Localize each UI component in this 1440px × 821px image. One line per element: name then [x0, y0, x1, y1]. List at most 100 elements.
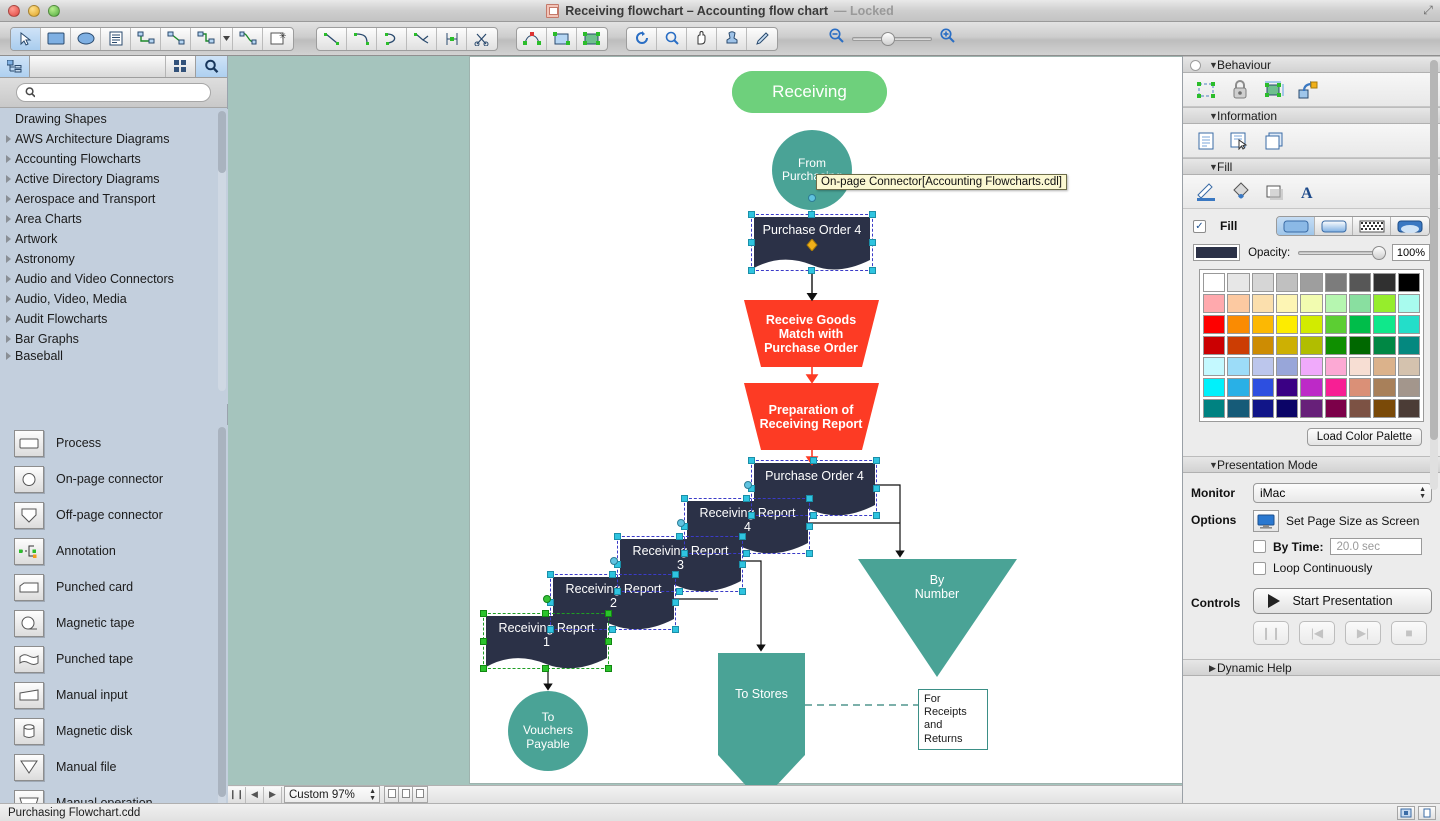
resize-handle[interactable]: [806, 523, 813, 530]
chevron-right-icon[interactable]: [6, 175, 11, 183]
color-swatch[interactable]: [1251, 315, 1274, 334]
next-slide-icon[interactable]: ▶|: [1345, 621, 1381, 645]
resize-handle[interactable]: [810, 457, 817, 464]
text-format-icon[interactable]: A: [1297, 181, 1319, 203]
annotation-for-receipts-and-returns[interactable]: For Receipts and Returns: [918, 689, 988, 750]
color-swatch[interactable]: [1203, 273, 1226, 292]
chevron-right-icon[interactable]: [6, 215, 11, 223]
node-receiving-report-3[interactable]: Receiving Report 3: [620, 542, 741, 574]
resize-handle[interactable]: [605, 638, 612, 645]
fit-page-icon[interactable]: [1397, 806, 1415, 820]
node-purchase-order-4-top[interactable]: Purchase Order 4: [754, 220, 870, 240]
color-swatch[interactable]: [1373, 357, 1396, 376]
color-swatch[interactable]: [1324, 357, 1347, 376]
color-swatch[interactable]: [1251, 273, 1274, 292]
zoom-level-select[interactable]: Custom 97% ▲ ▼: [284, 786, 380, 803]
color-swatch[interactable]: [1227, 399, 1250, 418]
chevron-right-icon[interactable]: [6, 335, 11, 343]
color-swatch[interactable]: [1203, 378, 1226, 397]
resize-handle[interactable]: [605, 665, 612, 672]
resize-handle[interactable]: [748, 457, 755, 464]
color-swatch[interactable]: [1397, 315, 1420, 334]
curve-connector-tool[interactable]: [233, 27, 263, 50]
load-color-palette-button[interactable]: Load Color Palette: [1306, 428, 1422, 446]
color-swatch[interactable]: [1227, 336, 1250, 355]
stepper-icon[interactable]: ▲ ▼: [369, 788, 376, 802]
color-swatch[interactable]: [1276, 273, 1299, 292]
tree-item-active-directory-diagrams[interactable]: Active Directory Diagrams: [0, 169, 228, 189]
add-node-tool[interactable]: [517, 27, 547, 50]
search-input[interactable]: [40, 86, 202, 99]
single-page-view-button[interactable]: [385, 787, 399, 802]
resize-handle[interactable]: [480, 610, 487, 617]
pause-icon[interactable]: ❙❙: [1253, 621, 1289, 645]
tree-item-audio-and-video-connectors[interactable]: Audio and Video Connectors: [0, 269, 228, 289]
zoom-slider-knob[interactable]: [881, 31, 895, 46]
shape-category-tree[interactable]: Drawing Shapes AWS Architecture Diagrams…: [0, 109, 228, 404]
resize-handle[interactable]: [672, 571, 679, 578]
branch-tool[interactable]: [407, 27, 437, 50]
shape-item-on-page-connector[interactable]: On-page connector: [0, 461, 228, 497]
shape-item-punched-tape[interactable]: Punched tape: [0, 641, 228, 677]
resize-handle[interactable]: [681, 495, 688, 502]
tree-item-baseball[interactable]: Baseball: [0, 349, 228, 362]
chevron-right-icon[interactable]: [6, 255, 11, 263]
color-swatch[interactable]: [1276, 336, 1299, 355]
color-swatch[interactable]: [1373, 294, 1396, 313]
opacity-slider-knob[interactable]: [1372, 245, 1387, 260]
color-swatch[interactable]: [1227, 294, 1250, 313]
status-bar-buttons[interactable]: [1397, 806, 1436, 820]
tree-item-aws-architecture-diagrams[interactable]: AWS Architecture Diagrams: [0, 129, 228, 149]
color-swatch[interactable]: [1227, 357, 1250, 376]
tooltip-icon[interactable]: [1229, 130, 1251, 152]
shape-item-annotation[interactable]: Annotation: [0, 533, 228, 569]
color-swatch[interactable]: [1349, 399, 1372, 418]
notes-icon[interactable]: [1195, 130, 1217, 152]
ellipse-tool[interactable]: [71, 27, 101, 50]
tree-item-accounting-flowcharts[interactable]: Accounting Flowcharts: [0, 149, 228, 169]
page-view-buttons[interactable]: [384, 786, 428, 803]
section-header-dynamic-help[interactable]: ▶ Dynamic Help: [1183, 659, 1440, 676]
color-swatch[interactable]: [1227, 273, 1250, 292]
tree-item-audio-video-media[interactable]: Audio, Video, Media: [0, 289, 228, 309]
color-swatch[interactable]: [1397, 357, 1420, 376]
connection-point[interactable]: [744, 481, 752, 489]
straight-connector-tool[interactable]: [161, 27, 191, 50]
tree-item-aerospace-and-transport[interactable]: Aerospace and Transport: [0, 189, 228, 209]
resize-handle[interactable]: [672, 626, 679, 633]
resize-handle[interactable]: [739, 588, 746, 595]
color-swatch[interactable]: [1397, 336, 1420, 355]
distribute-tool[interactable]: [437, 27, 467, 50]
node-to-stores[interactable]: To Stores: [718, 684, 805, 704]
color-swatch[interactable]: [1251, 336, 1274, 355]
canvas-area[interactable]: Receiving From Purchasing Purchase Order …: [228, 56, 1184, 785]
node-receiving-report-1[interactable]: Receiving Report 1: [486, 619, 607, 651]
resize-handle[interactable]: [748, 267, 755, 274]
chevron-down-icon[interactable]: ▼: [1209, 60, 1218, 70]
resize-handle[interactable]: [605, 610, 612, 617]
inspector-scrollbar[interactable]: [1430, 60, 1438, 490]
color-swatch[interactable]: [1349, 294, 1372, 313]
resize-handle[interactable]: [869, 211, 876, 218]
tree-item-area-charts[interactable]: Area Charts: [0, 209, 228, 229]
node-purchase-order-4-bottom[interactable]: Purchase Order 4: [754, 466, 875, 486]
shape-item-off-page-connector[interactable]: Off-page connector: [0, 497, 228, 533]
node-by-number[interactable]: By Number: [895, 567, 979, 607]
color-swatch[interactable]: [1251, 357, 1274, 376]
color-swatch[interactable]: [1324, 336, 1347, 355]
resize-handle[interactable]: [609, 571, 616, 578]
connection-point[interactable]: [677, 519, 685, 527]
shape-item-manual-input[interactable]: Manual input: [0, 677, 228, 713]
resize-handle[interactable]: [748, 239, 755, 246]
color-swatch[interactable]: [1227, 315, 1250, 334]
color-swatch[interactable]: [1373, 378, 1396, 397]
resize-handle[interactable]: [542, 665, 549, 672]
color-swatch[interactable]: [1203, 294, 1226, 313]
zoom-out-icon[interactable]: [828, 28, 845, 49]
chevron-right-icon[interactable]: [6, 195, 11, 203]
color-swatch[interactable]: [1276, 378, 1299, 397]
color-swatch[interactable]: [1349, 273, 1372, 292]
rotation-handle[interactable]: [806, 239, 818, 251]
prev-page-icon[interactable]: ◀: [246, 786, 264, 803]
color-swatch[interactable]: [1251, 399, 1274, 418]
